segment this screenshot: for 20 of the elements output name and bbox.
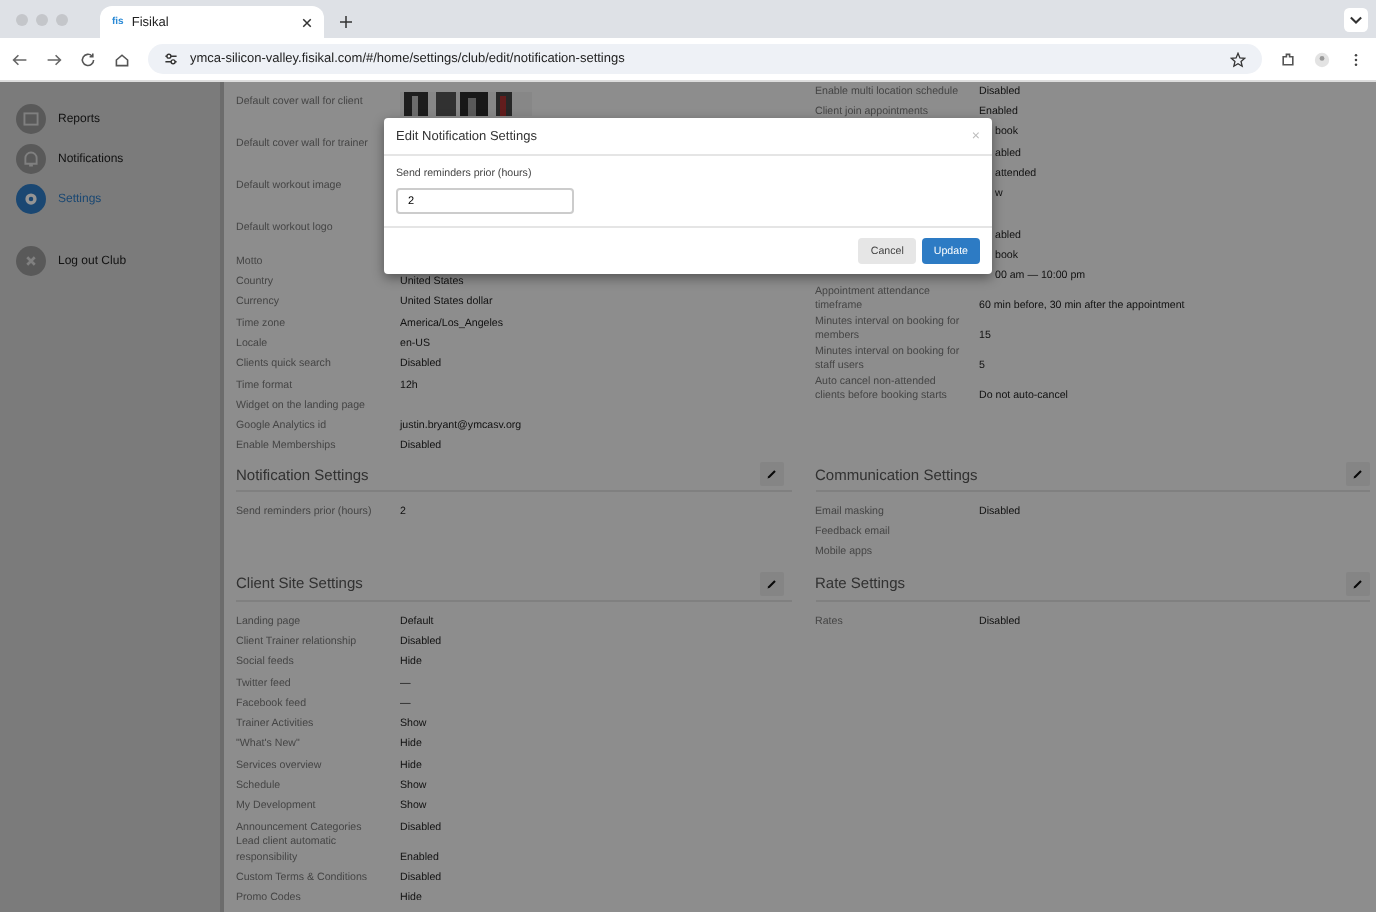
edit-button[interactable] xyxy=(1346,571,1370,596)
forward-icon[interactable] xyxy=(46,51,62,67)
close-icon[interactable] xyxy=(302,17,312,27)
settings-icon[interactable] xyxy=(16,184,46,214)
edit-button[interactable] xyxy=(759,571,783,596)
pencil-icon xyxy=(765,468,777,480)
pencil-icon xyxy=(1352,577,1364,590)
pencil-icon xyxy=(1352,468,1364,480)
edit-button[interactable] xyxy=(1346,462,1370,486)
new-tab-icon[interactable] xyxy=(340,16,352,28)
profile-icon[interactable] xyxy=(1314,51,1330,67)
reload-icon[interactable] xyxy=(80,51,96,67)
tab-menu-icon[interactable] xyxy=(1344,8,1368,32)
home-icon[interactable] xyxy=(114,51,130,67)
back-icon[interactable] xyxy=(12,51,28,67)
site-settings-icon[interactable] xyxy=(164,52,178,66)
extensions-icon[interactable] xyxy=(1280,51,1296,67)
pencil-icon xyxy=(765,577,777,590)
edit-button[interactable] xyxy=(759,462,783,486)
bookmark-star-icon[interactable] xyxy=(1230,51,1246,67)
